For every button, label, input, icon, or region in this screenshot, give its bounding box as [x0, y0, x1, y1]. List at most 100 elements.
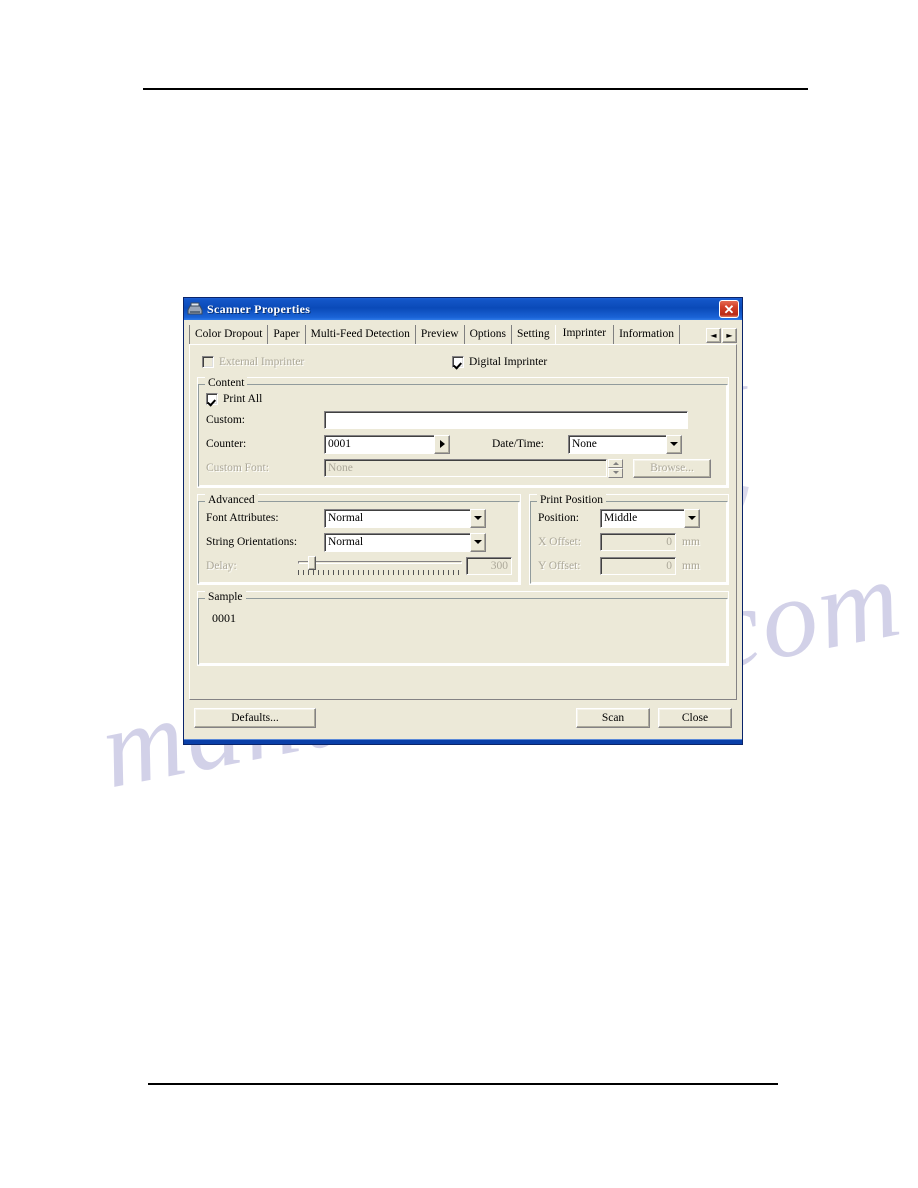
print-all-label: Print All [223, 393, 263, 405]
position-label: Position: [538, 512, 579, 524]
triangle-down-icon [670, 442, 678, 446]
tab-scroll-buttons: ◄ ► [705, 328, 737, 343]
tab-information[interactable]: Information [613, 325, 680, 344]
tab-imprinter[interactable]: Imprinter [554, 325, 615, 344]
tab-multi-feed-detection[interactable]: Multi-Feed Detection [304, 325, 416, 344]
advanced-group-label: Advanced [205, 494, 258, 506]
triangle-up-icon [612, 461, 619, 465]
page-footer-rule [148, 1083, 778, 1085]
triangle-right-icon [439, 440, 445, 448]
position-row: Position: Middle [538, 508, 720, 528]
slider-track [298, 561, 462, 564]
dialog-status-strip [184, 739, 742, 744]
position-dropdown[interactable]: Middle [600, 508, 700, 528]
scanner-icon [187, 302, 203, 317]
font-attributes-value[interactable]: Normal [324, 508, 470, 528]
chevron-down-icon[interactable] [470, 508, 486, 528]
triangle-down-icon [612, 471, 619, 475]
digital-imprinter-label: Digital Imprinter [469, 356, 548, 368]
imprinter-tab-page: External Imprinter Digital Imprinter Con… [189, 344, 737, 700]
tab-scroll-right-icon[interactable]: ► [722, 328, 737, 343]
delay-value: 300 [466, 557, 512, 575]
print-all-row: Print All [206, 391, 720, 407]
scan-button[interactable]: Scan [576, 708, 650, 728]
tab-scroll-left-icon[interactable]: ◄ [706, 328, 721, 343]
external-imprinter-checkbox[interactable]: External Imprinter [202, 356, 452, 368]
chevron-down-icon[interactable] [470, 532, 486, 552]
sample-group-label: Sample [205, 591, 246, 603]
slider-thumb[interactable] [307, 556, 316, 570]
content-group: Content Print All Custom: Counter: 0001 … [197, 377, 729, 488]
slider-ticks [298, 570, 462, 575]
datetime-value[interactable]: None [568, 434, 666, 454]
print-position-group-label: Print Position [537, 494, 606, 506]
dialog-title: Scanner Properties [207, 301, 311, 316]
custom-font-row: Custom Font: None Browse... [206, 458, 720, 478]
tabpage-bottom-spacer [197, 666, 729, 690]
dialog-titlebar[interactable]: Scanner Properties ✕ [184, 298, 742, 320]
custom-font-spinner[interactable] [608, 458, 623, 478]
tab-list: Color Dropout Paper Multi-Feed Detection… [189, 325, 702, 344]
string-orientations-value[interactable]: Normal [324, 532, 470, 552]
checkbox-check-icon [206, 393, 218, 405]
string-orientations-label: String Orientations: [206, 536, 298, 548]
defaults-button[interactable]: Defaults... [194, 708, 316, 728]
print-all-checkbox[interactable]: Print All [206, 393, 262, 405]
spinner-up-icon[interactable] [608, 458, 623, 468]
close-icon[interactable]: ✕ [719, 300, 739, 318]
chevron-down-icon[interactable] [684, 508, 700, 528]
datetime-dropdown[interactable]: None [568, 434, 682, 454]
digital-imprinter-checkbox[interactable]: Digital Imprinter [452, 356, 547, 368]
tab-strip: Color Dropout Paper Multi-Feed Detection… [189, 325, 737, 345]
x-offset-row: X Offset: 0 mm [538, 532, 720, 552]
counter-next-icon[interactable] [434, 434, 450, 454]
tab-color-dropout[interactable]: Color Dropout [189, 325, 269, 344]
browse-button: Browse... [633, 458, 711, 478]
counter-value[interactable]: 0001 [324, 434, 434, 454]
y-offset-row: Y Offset: 0 mm [538, 556, 720, 576]
sample-value: 0001 [212, 611, 236, 625]
custom-row: Custom: [206, 410, 720, 430]
dialog-client-area: Color Dropout Paper Multi-Feed Detection… [184, 320, 742, 739]
page-header-rule [143, 88, 808, 90]
tab-setting[interactable]: Setting [511, 325, 556, 344]
delay-slider[interactable] [298, 556, 462, 576]
content-group-body: Print All Custom: Counter: 0001 Date/Tim… [206, 391, 720, 478]
x-offset-input: 0 [600, 533, 676, 551]
tab-preview[interactable]: Preview [414, 325, 465, 344]
triangle-down-icon [474, 540, 482, 544]
delay-label: Delay: [206, 560, 237, 572]
checkbox-box-icon [202, 356, 214, 368]
position-value[interactable]: Middle [600, 508, 684, 528]
spinner-down-icon[interactable] [608, 468, 623, 478]
triangle-down-icon [688, 516, 696, 520]
dialog-button-bar: Defaults... Scan Close [189, 700, 737, 733]
string-orientations-dropdown[interactable]: Normal [324, 532, 486, 552]
advanced-group-body: Font Attributes: Normal String Orientati… [206, 508, 512, 576]
sample-group: Sample 0001 [197, 591, 729, 666]
checkbox-check-icon [452, 356, 464, 368]
y-offset-label: Y Offset: [538, 560, 581, 572]
imprinter-mode-checkboxes: External Imprinter Digital Imprinter [202, 355, 729, 369]
custom-label: Custom: [206, 414, 245, 426]
counter-spinner[interactable]: 0001 [324, 434, 450, 454]
close-button[interactable]: Close [658, 708, 732, 728]
datetime-label: Date/Time: [492, 438, 544, 450]
tab-paper[interactable]: Paper [267, 325, 306, 344]
delay-row: Delay: 300 [206, 556, 512, 576]
external-imprinter-label: External Imprinter [219, 356, 305, 368]
font-attributes-label: Font Attributes: [206, 512, 279, 524]
counter-label: Counter: [206, 438, 247, 450]
custom-input[interactable] [324, 411, 688, 429]
y-offset-unit: mm [682, 560, 700, 572]
counter-row: Counter: 0001 Date/Time: None [206, 434, 720, 454]
font-attributes-row: Font Attributes: Normal [206, 508, 512, 528]
y-offset-input: 0 [600, 557, 676, 575]
custom-font-input: None [324, 459, 607, 477]
chevron-down-icon[interactable] [666, 434, 682, 454]
print-position-group-body: Position: Middle X Offset: 0 mm Y Offset… [538, 508, 720, 576]
font-attributes-dropdown[interactable]: Normal [324, 508, 486, 528]
tab-options[interactable]: Options [463, 325, 513, 344]
advanced-group: Advanced Font Attributes: Normal String … [197, 494, 521, 585]
x-offset-unit: mm [682, 536, 700, 548]
